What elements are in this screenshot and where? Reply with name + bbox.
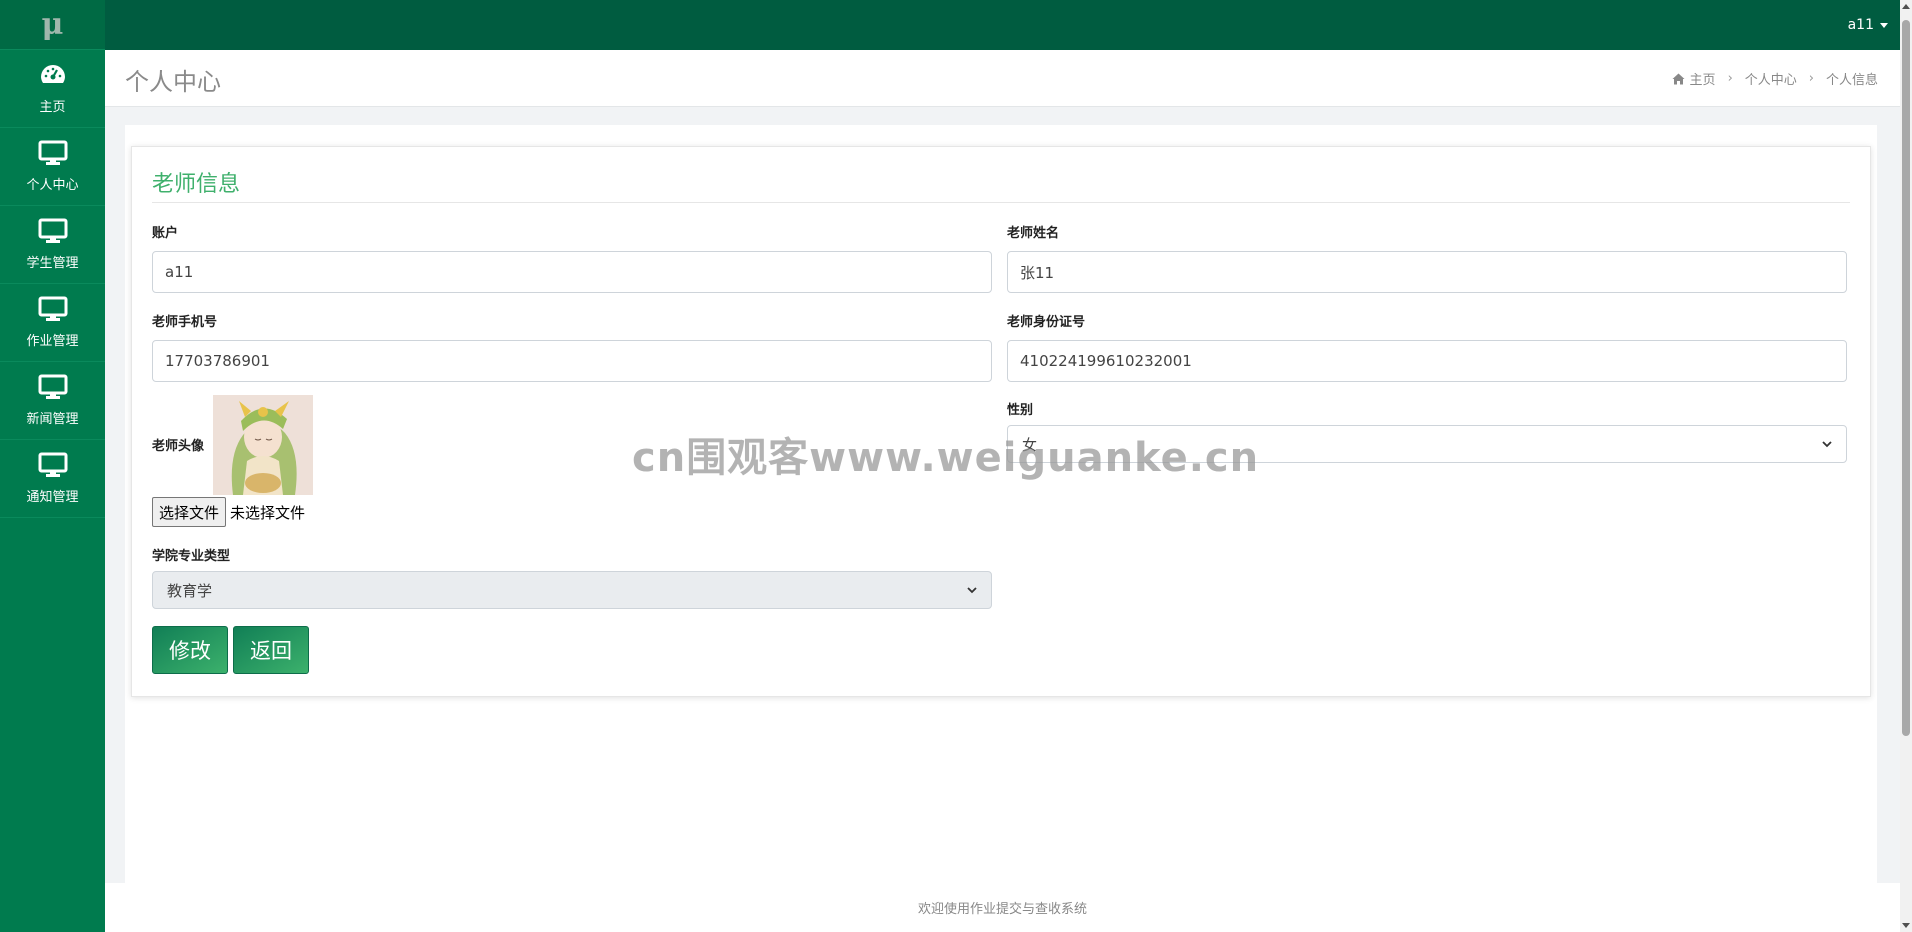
- page-scrollbar[interactable]: [1900, 0, 1912, 932]
- username: a11: [1847, 17, 1874, 33]
- monitor-icon: [38, 218, 67, 243]
- scroll-down-icon[interactable]: [1902, 923, 1910, 928]
- dashboard-icon: [40, 65, 65, 83]
- sidebar-item-home[interactable]: 主页: [0, 50, 105, 128]
- breadcrumb-current: 个人信息: [1825, 73, 1878, 88]
- watermark: cn围观客www.weiguanke.cn: [632, 435, 1260, 481]
- file-status-text: 未选择文件: [230, 503, 306, 522]
- scrollbar-thumb[interactable]: [1902, 20, 1910, 736]
- phone-label: 老师手机号: [152, 315, 218, 330]
- teacher-info-card: 老师信息 账户 老师姓名 老师手机号 老师身份证号 老师头像: [131, 146, 1871, 697]
- gender-label: 性别: [1007, 403, 1034, 418]
- major-label: 学院专业类型: [152, 549, 231, 564]
- back-button[interactable]: 返回: [233, 626, 309, 674]
- id-number-field-group: 老师身份证号: [1007, 311, 1847, 382]
- breadcrumb-home[interactable]: 主页: [1690, 69, 1716, 88]
- sidebar-item-label: 主页: [39, 100, 66, 115]
- sidebar-item-student-management[interactable]: 学生管理: [0, 206, 105, 284]
- major-field-group: 学院专业类型 教育学: [152, 545, 992, 609]
- modify-button[interactable]: 修改: [152, 626, 228, 674]
- scroll-up-icon[interactable]: [1902, 4, 1910, 9]
- phone-input[interactable]: [152, 340, 992, 382]
- teacher-name-field-group: 老师姓名: [1007, 222, 1847, 293]
- chevron-down-icon: [1822, 441, 1832, 448]
- avatar-label: 老师头像: [152, 439, 205, 454]
- id-number-input[interactable]: [1007, 340, 1847, 382]
- sidebar-item-news-management[interactable]: 新闻管理: [0, 362, 105, 440]
- monitor-icon: [38, 140, 67, 165]
- monitor-icon: [38, 452, 67, 477]
- sidebar: μ 主页 个人中心 学生管理 作业管理 新闻管理 通知管理: [0, 0, 105, 932]
- main-content: 老师信息 账户 老师姓名 老师手机号 老师身份证号 老师头像: [125, 125, 1877, 883]
- id-number-label: 老师身份证号: [1007, 315, 1086, 330]
- chevron-down-icon: [967, 587, 977, 594]
- avatar-image: [213, 395, 313, 495]
- footer: 欢迎使用作业提交与查收系统: [105, 883, 1900, 932]
- monitor-icon: [38, 296, 67, 321]
- major-select[interactable]: 教育学: [152, 571, 992, 609]
- sidebar-item-label: 作业管理: [26, 334, 79, 349]
- choose-file-button[interactable]: 选择文件: [152, 497, 227, 527]
- app-logo[interactable]: μ: [0, 0, 105, 50]
- caret-down-icon: [1880, 22, 1888, 28]
- monitor-icon: [38, 374, 67, 399]
- page-title: 个人中心: [125, 68, 221, 96]
- card-title: 老师信息: [152, 172, 241, 197]
- page-header: 个人中心 主页 › 个人中心 › 个人信息: [105, 50, 1900, 107]
- sidebar-item-label: 新闻管理: [26, 412, 79, 427]
- sidebar-item-homework-management[interactable]: 作业管理: [0, 284, 105, 362]
- footer-text: 欢迎使用作业提交与查收系统: [917, 902, 1087, 917]
- sidebar-item-label: 学生管理: [26, 256, 79, 271]
- sidebar-item-label: 通知管理: [26, 490, 79, 505]
- sidebar-item-personal-center[interactable]: 个人中心: [0, 128, 105, 206]
- breadcrumb: 主页 › 个人中心 › 个人信息: [1672, 69, 1878, 88]
- teacher-name-label: 老师姓名: [1007, 226, 1060, 241]
- phone-field-group: 老师手机号: [152, 311, 992, 382]
- user-menu[interactable]: a11: [1848, 0, 1888, 50]
- account-field-group: 账户: [152, 222, 992, 293]
- divider: [152, 202, 1850, 203]
- breadcrumb-personal-center[interactable]: 个人中心: [1745, 69, 1797, 88]
- breadcrumb-separator: ›: [1808, 71, 1814, 86]
- sidebar-item-notice-management[interactable]: 通知管理: [0, 440, 105, 518]
- major-selected-value: 教育学: [167, 581, 213, 600]
- account-label: 账户: [152, 226, 179, 241]
- teacher-name-input[interactable]: [1007, 251, 1847, 293]
- topbar: a11: [105, 0, 1900, 50]
- file-upload-row: 选择文件 未选择文件: [152, 497, 305, 527]
- breadcrumb-separator: ›: [1727, 71, 1733, 86]
- sidebar-item-label: 个人中心: [26, 178, 79, 193]
- home-icon: [1672, 73, 1685, 84]
- account-input[interactable]: [152, 251, 992, 293]
